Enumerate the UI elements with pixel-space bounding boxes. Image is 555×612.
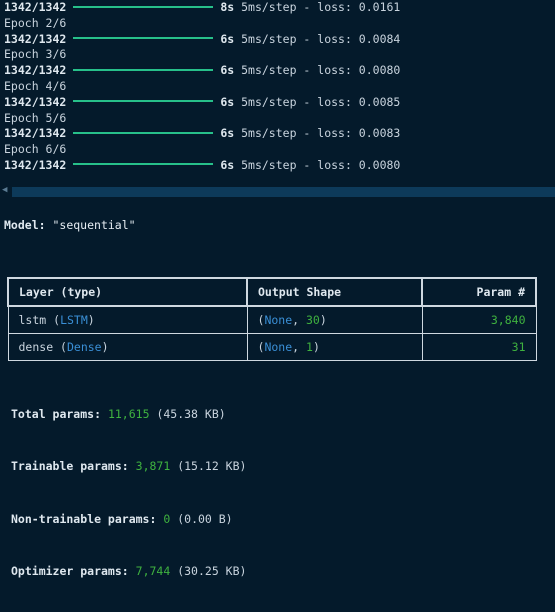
- horizontal-scrollbar[interactable]: ◀: [0, 185, 555, 197]
- progress-bar: [73, 100, 214, 103]
- step-metrics: 5ms/step - loss: 0.0085: [241, 94, 401, 109]
- layer-type: LSTM: [60, 313, 88, 327]
- optimizer-params-label: Optimizer params:: [11, 564, 129, 578]
- step-count: 1342/1342: [4, 63, 67, 78]
- column-header-layer: Layer (type): [7, 277, 248, 307]
- non-trainable-params-size: (0.00 B): [177, 512, 233, 526]
- step-count: 1342/1342: [4, 126, 67, 141]
- table-row: dense (Dense) (None, 1) 31: [7, 333, 537, 361]
- progress-bar: [73, 131, 214, 134]
- params-cell: 31: [421, 333, 537, 361]
- step-time: 6s: [220, 157, 235, 172]
- epoch-line: Epoch 6/6: [4, 142, 67, 157]
- progress-line: 1342/1342 6s 5ms/step - loss: 0.0085: [4, 95, 555, 111]
- progress-line: 1342/1342 8s 5ms/step - loss: 0.0161: [4, 0, 555, 16]
- epoch-line: Epoch 2/6: [4, 15, 67, 30]
- non-trainable-params-label: Non-trainable params:: [11, 512, 157, 526]
- scrollbar-thumb[interactable]: [12, 187, 555, 197]
- trainable-params-value: 3,871: [135, 459, 171, 473]
- layer-cell: lstm (LSTM): [7, 305, 248, 334]
- step-metrics: 5ms/step - loss: 0.0084: [241, 31, 401, 46]
- model-summary-table: Layer (type) Output Shape Param # lstm (…: [7, 277, 537, 361]
- progress-bar: [73, 68, 214, 71]
- table-row: lstm (LSTM) (None, 30) 3,840: [7, 305, 537, 334]
- epoch-line: Epoch 5/6: [4, 110, 67, 125]
- progress-line: 1342/1342 6s 5ms/step - loss: 0.0080: [4, 63, 555, 79]
- total-params-label: Total params:: [11, 407, 102, 421]
- non-trainable-params-value: 0: [163, 512, 171, 526]
- step-metrics: 5ms/step - loss: 0.0080: [241, 157, 401, 172]
- shape-cell: (None, 30): [246, 305, 423, 334]
- scroll-left-icon[interactable]: ◀: [2, 185, 7, 195]
- model-name: "sequential": [52, 218, 136, 232]
- model-heading: Model: "sequential": [4, 218, 136, 232]
- progress-line: 1342/1342 6s 5ms/step - loss: 0.0084: [4, 32, 555, 48]
- progress-line: 1342/1342 6s 5ms/step - loss: 0.0083: [4, 126, 555, 142]
- progress-bar: [73, 5, 214, 8]
- step-time: 6s: [220, 63, 235, 78]
- layer-type: Dense: [66, 340, 102, 354]
- step-time: 6s: [220, 126, 235, 141]
- layer-name: dense: [18, 340, 54, 354]
- trainable-params-label: Trainable params:: [11, 459, 129, 473]
- total-params-size: (45.38 KB): [156, 407, 226, 421]
- shape-none: None: [264, 340, 293, 354]
- step-count: 1342/1342: [4, 0, 67, 14]
- progress-bar: [73, 37, 214, 40]
- shape-dim: 1: [306, 340, 313, 354]
- model-label: Model:: [4, 218, 46, 232]
- step-metrics: 5ms/step - loss: 0.0083: [241, 126, 401, 141]
- table-header-row: Layer (type) Output Shape Param #: [7, 277, 537, 307]
- total-params-value: 11,615: [107, 407, 150, 421]
- progress-bar: [73, 163, 214, 166]
- layer-cell: dense (Dense): [7, 333, 248, 361]
- non-trainable-params: Non-trainable params: 0 (0.00 B): [11, 512, 233, 526]
- total-params: Total params: 11,615 (45.38 KB): [11, 407, 226, 421]
- trainable-params-size: (15.12 KB): [177, 459, 247, 473]
- training-log: 1342/1342 8s 5ms/step - loss: 0.0161 Epoc…: [4, 0, 555, 174]
- shape-dim: 30: [306, 313, 320, 327]
- column-header-shape: Output Shape: [246, 277, 423, 307]
- shape-none: None: [264, 313, 293, 327]
- step-metrics: 5ms/step - loss: 0.0161: [241, 0, 401, 14]
- progress-line: 1342/1342 6s 5ms/step - loss: 0.0080: [4, 158, 555, 174]
- optimizer-params-size: (30.25 KB): [177, 564, 247, 578]
- step-time: 6s: [220, 31, 235, 46]
- optimizer-params-value: 7,744: [135, 564, 171, 578]
- shape-cell: (None, 1): [246, 333, 423, 361]
- params-cell: 3,840: [421, 305, 537, 334]
- step-count: 1342/1342: [4, 94, 67, 109]
- step-metrics: 5ms/step - loss: 0.0080: [241, 63, 401, 78]
- step-count: 1342/1342: [4, 31, 67, 46]
- optimizer-params: Optimizer params: 7,744 (30.25 KB): [11, 564, 246, 578]
- step-time: 6s: [220, 94, 235, 109]
- epoch-line: Epoch 3/6: [4, 47, 67, 62]
- step-count: 1342/1342: [4, 157, 67, 172]
- epoch-line: Epoch 4/6: [4, 78, 67, 93]
- step-time: 8s: [220, 0, 235, 14]
- column-header-params: Param #: [421, 277, 537, 307]
- trainable-params: Trainable params: 3,871 (15.12 KB): [11, 459, 246, 473]
- layer-name: lstm: [18, 313, 47, 327]
